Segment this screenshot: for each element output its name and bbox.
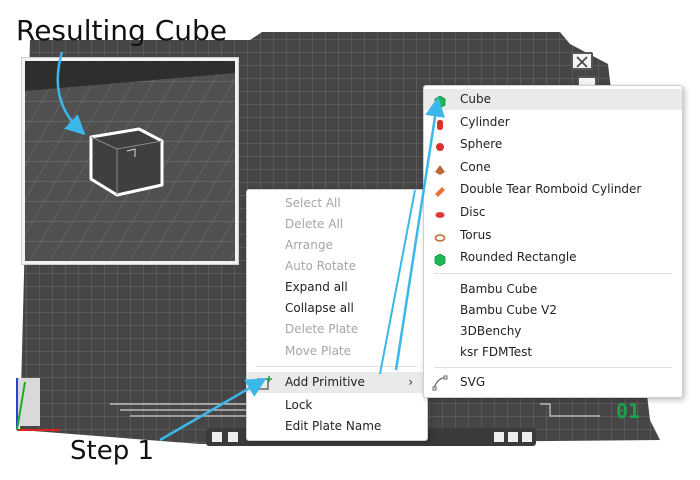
result-preview [22, 58, 238, 264]
menu-edit-plate-name[interactable]: Edit Plate Name [247, 416, 427, 437]
submenu-double-tear-label: Double Tear Romboid Cylinder [460, 182, 642, 196]
submenu-torus-label: Torus [460, 228, 492, 242]
submenu-disc[interactable]: Disc [424, 202, 682, 223]
svg-path-icon [432, 375, 448, 391]
submenu-double-tear[interactable]: Double Tear Romboid Cylinder [424, 179, 682, 200]
submenu-bambu-cube-v2[interactable]: Bambu Cube V2 [424, 300, 682, 321]
cube-icon [434, 94, 446, 109]
menu-auto-rotate[interactable]: Auto Rotate [247, 256, 427, 277]
menu-expand-all[interactable]: Expand all [247, 277, 427, 298]
submenu-cone[interactable]: Cone [424, 157, 682, 178]
torus-icon [434, 230, 446, 242]
add-primitive-icon [257, 375, 273, 391]
cone-icon [434, 162, 446, 175]
cube-model [89, 127, 164, 197]
menu-lock[interactable]: Lock [247, 395, 427, 416]
submenu-svg[interactable]: SVG [424, 372, 682, 393]
disc-icon [434, 207, 446, 219]
submenu-cylinder[interactable]: Cylinder [424, 112, 682, 133]
menu-add-primitive[interactable]: Add Primitive › [247, 372, 427, 393]
submenu-svg-label: SVG [460, 375, 486, 389]
plate-context-menu: Select All Delete All Arrange Auto Rotat… [246, 189, 428, 441]
submenu-sphere-label: Sphere [460, 137, 503, 151]
submenu-rounded-rectangle[interactable]: Rounded Rectangle [424, 247, 682, 268]
primitive-submenu: Cube Cylinder Sphere Cone Double Tear Ro… [423, 85, 683, 398]
submenu-3dbenchy[interactable]: 3DBenchy [424, 321, 682, 342]
menu-select-all[interactable]: Select All [247, 193, 427, 214]
plate-number: 01 [616, 399, 641, 423]
close-plate-icon[interactable] [571, 52, 593, 70]
submenu-rounded-rectangle-label: Rounded Rectangle [460, 250, 577, 264]
menu-add-primitive-label: Add Primitive [285, 375, 365, 389]
submenu-disc-label: Disc [460, 205, 486, 219]
submenu-separator [434, 273, 672, 274]
submenu-ksr-fdmtest[interactable]: ksr FDMTest [424, 342, 682, 363]
cylinder-icon [434, 117, 446, 130]
submenu-chevron-icon: › [408, 375, 413, 389]
sphere-icon [434, 139, 446, 151]
submenu-cube[interactable]: Cube [424, 89, 682, 110]
submenu-bambu-cube[interactable]: Bambu Cube [424, 279, 682, 300]
menu-collapse-all[interactable]: Collapse all [247, 298, 427, 319]
step-1-label: Step 1 [70, 436, 155, 466]
menu-arrange[interactable]: Arrange [247, 235, 427, 256]
submenu-cone-label: Cone [460, 160, 491, 174]
menu-separator [257, 366, 417, 367]
menu-delete-all[interactable]: Delete All [247, 214, 427, 235]
double-tear-icon [434, 184, 446, 197]
submenu-sphere[interactable]: Sphere [424, 134, 682, 155]
submenu-separator-2 [434, 367, 672, 368]
resulting-cube-label: Resulting Cube [16, 14, 228, 47]
menu-delete-plate[interactable]: Delete Plate [247, 319, 427, 340]
submenu-cube-label: Cube [460, 92, 491, 106]
menu-move-plate[interactable]: Move Plate [247, 341, 427, 362]
rounded-rect-icon [434, 252, 446, 267]
submenu-cylinder-label: Cylinder [460, 115, 510, 129]
submenu-torus[interactable]: Torus [424, 225, 682, 246]
